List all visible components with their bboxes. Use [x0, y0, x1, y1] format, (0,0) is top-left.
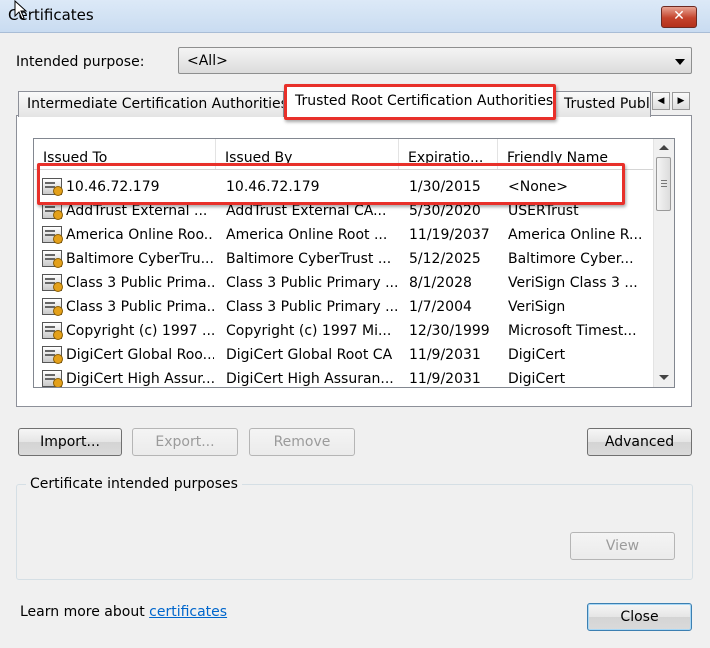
friendly-name-cell: USERTrust [508, 203, 579, 219]
certificate-icon [42, 274, 63, 292]
chevron-down-icon [675, 59, 685, 65]
title-bar: Certificates ✕ [0, 0, 710, 33]
scroll-down-arrow-icon[interactable] [659, 375, 669, 380]
expiration-cell: 5/12/2025 [409, 251, 481, 267]
table-row[interactable]: DigiCert Global Roo... DigiCert Global R… [34, 343, 654, 367]
expiration-cell: 12/30/1999 [409, 323, 490, 339]
issued-to-cell: Baltimore CyberTru... [66, 251, 214, 267]
list-header: Issued To Issued By Expiratio... Friendl… [34, 139, 654, 170]
table-row[interactable]: America Online Roo... America Online Roo… [34, 223, 654, 247]
issued-to-cell: Class 3 Public Prima... [66, 275, 214, 291]
issued-to-cell: AddTrust External ... [66, 203, 208, 219]
tab-scroll-buttons: ◀ ▶ [652, 92, 692, 110]
tab-label: Trusted Root Certification Authorities [295, 93, 554, 109]
advanced-button[interactable]: Advanced [587, 428, 692, 456]
tab-label: Trusted Publ [564, 96, 650, 112]
expiration-cell: 5/30/2020 [409, 203, 481, 219]
chevron-left-icon: ◀ [657, 96, 665, 106]
certificate-icon [42, 370, 63, 387]
certificate-list[interactable]: Issued To Issued By Expiratio... Friendl… [33, 138, 675, 388]
table-row[interactable]: 10.46.72.179 10.46.72.179 1/30/2015 <Non… [34, 175, 654, 199]
friendly-name-cell: <None> [508, 179, 568, 195]
certificates-link[interactable]: certificates [149, 604, 227, 620]
issued-by-cell: AddTrust External CA... [226, 203, 387, 219]
column-header-issued-to[interactable]: Issued To [34, 139, 216, 169]
friendly-name-cell: DigiCert [508, 371, 566, 387]
column-header-friendly-name[interactable]: Friendly Name [498, 139, 653, 169]
certificate-icon [42, 346, 63, 364]
view-button[interactable]: View [570, 532, 675, 560]
friendly-name-cell: VeriSign Class 3 ... [508, 275, 638, 291]
table-row[interactable]: AddTrust External ... AddTrust External … [34, 199, 654, 223]
expiration-cell: 1/30/2015 [409, 179, 481, 195]
expiration-cell: 11/9/2031 [409, 347, 481, 363]
issued-by-cell: Class 3 Public Primary ... [226, 299, 399, 315]
table-row[interactable]: Class 3 Public Prima... Class 3 Public P… [34, 271, 654, 295]
close-window-button[interactable]: ✕ [661, 6, 697, 28]
friendly-name-cell: VeriSign [508, 299, 566, 315]
import-button[interactable]: Import... [18, 428, 122, 456]
issued-by-cell: 10.46.72.179 [226, 179, 320, 195]
scroll-up-arrow-icon[interactable] [659, 145, 669, 150]
friendly-name-cell: America Online R... [508, 227, 643, 243]
intended-purpose-value: <All> [187, 53, 228, 69]
expiration-cell: 11/19/2037 [409, 227, 490, 243]
certificate-icon [42, 322, 63, 340]
certificate-intended-purposes-label: Certificate intended purposes [26, 476, 242, 492]
column-header-issued-by[interactable]: Issued By [216, 139, 399, 169]
learn-more-text: Learn more about certificates [20, 604, 227, 620]
issued-to-cell: America Online Roo... [66, 227, 214, 243]
tab-scroll-right-button[interactable]: ▶ [672, 92, 690, 110]
certificate-icon [42, 202, 63, 220]
scrollbar-thumb[interactable] [656, 157, 671, 211]
issued-to-cell: Copyright (c) 1997 ... [66, 323, 214, 339]
tab-trusted-root-ca[interactable]: Trusted Root Certification Authorities [286, 86, 554, 116]
certificate-icon [42, 178, 63, 196]
expiration-cell: 8/1/2028 [409, 275, 472, 291]
issued-to-cell: DigiCert High Assur... [66, 371, 214, 387]
certificate-icon [42, 226, 63, 244]
certificate-icon [42, 250, 63, 268]
tab-intermediate-ca[interactable]: Intermediate Certification Authorities [18, 91, 284, 117]
issued-to-cell: DigiCert Global Roo... [66, 347, 214, 363]
table-row[interactable]: Baltimore CyberTru... Baltimore CyberTru… [34, 247, 654, 271]
friendly-name-cell: Microsoft Timest... [508, 323, 637, 339]
mouse-pointer-icon [14, 0, 28, 24]
issued-by-cell: DigiCert High Assuran... [226, 371, 394, 387]
issued-to-cell: Class 3 Public Prima... [66, 299, 214, 315]
close-icon: ✕ [673, 8, 685, 24]
issued-to-cell: 10.46.72.179 [66, 179, 160, 195]
tab-scroll-left-button[interactable]: ◀ [652, 92, 670, 110]
friendly-name-cell: DigiCert [508, 347, 566, 363]
issued-by-cell: Class 3 Public Primary ... [226, 275, 399, 291]
issued-by-cell: DigiCert Global Root CA [226, 347, 393, 363]
expiration-cell: 11/9/2031 [409, 371, 481, 387]
issued-by-cell: Copyright (c) 1997 Mi... [226, 323, 392, 339]
intended-purpose-label: Intended purpose: [16, 54, 145, 70]
list-vertical-scrollbar[interactable] [653, 139, 674, 387]
certificate-icon [42, 298, 63, 316]
table-row[interactable]: Copyright (c) 1997 ... Copyright (c) 199… [34, 319, 654, 343]
remove-button[interactable]: Remove [249, 428, 355, 456]
issued-by-cell: America Online Root ... [226, 227, 388, 243]
expiration-cell: 1/7/2004 [409, 299, 472, 315]
learn-more-label: Learn more about [20, 604, 150, 620]
table-row[interactable]: Class 3 Public Prima... Class 3 Public P… [34, 295, 654, 319]
tab-trusted-publishers[interactable]: Trusted Publ [555, 91, 651, 117]
certificates-dialog: Certificates ✕ Intended purpose: <All> I… [0, 0, 710, 648]
tab-label: Intermediate Certification Authorities [27, 96, 284, 112]
column-header-expiration[interactable]: Expiratio... [399, 139, 498, 169]
intended-purpose-select[interactable]: <All> [178, 47, 692, 74]
table-row[interactable]: DigiCert High Assur... DigiCert High Ass… [34, 367, 654, 387]
chevron-right-icon: ▶ [677, 96, 685, 106]
friendly-name-cell: Baltimore Cyber... [508, 251, 634, 267]
close-button[interactable]: Close [587, 603, 692, 631]
export-button[interactable]: Export... [132, 428, 238, 456]
issued-by-cell: Baltimore CyberTrust ... [226, 251, 392, 267]
